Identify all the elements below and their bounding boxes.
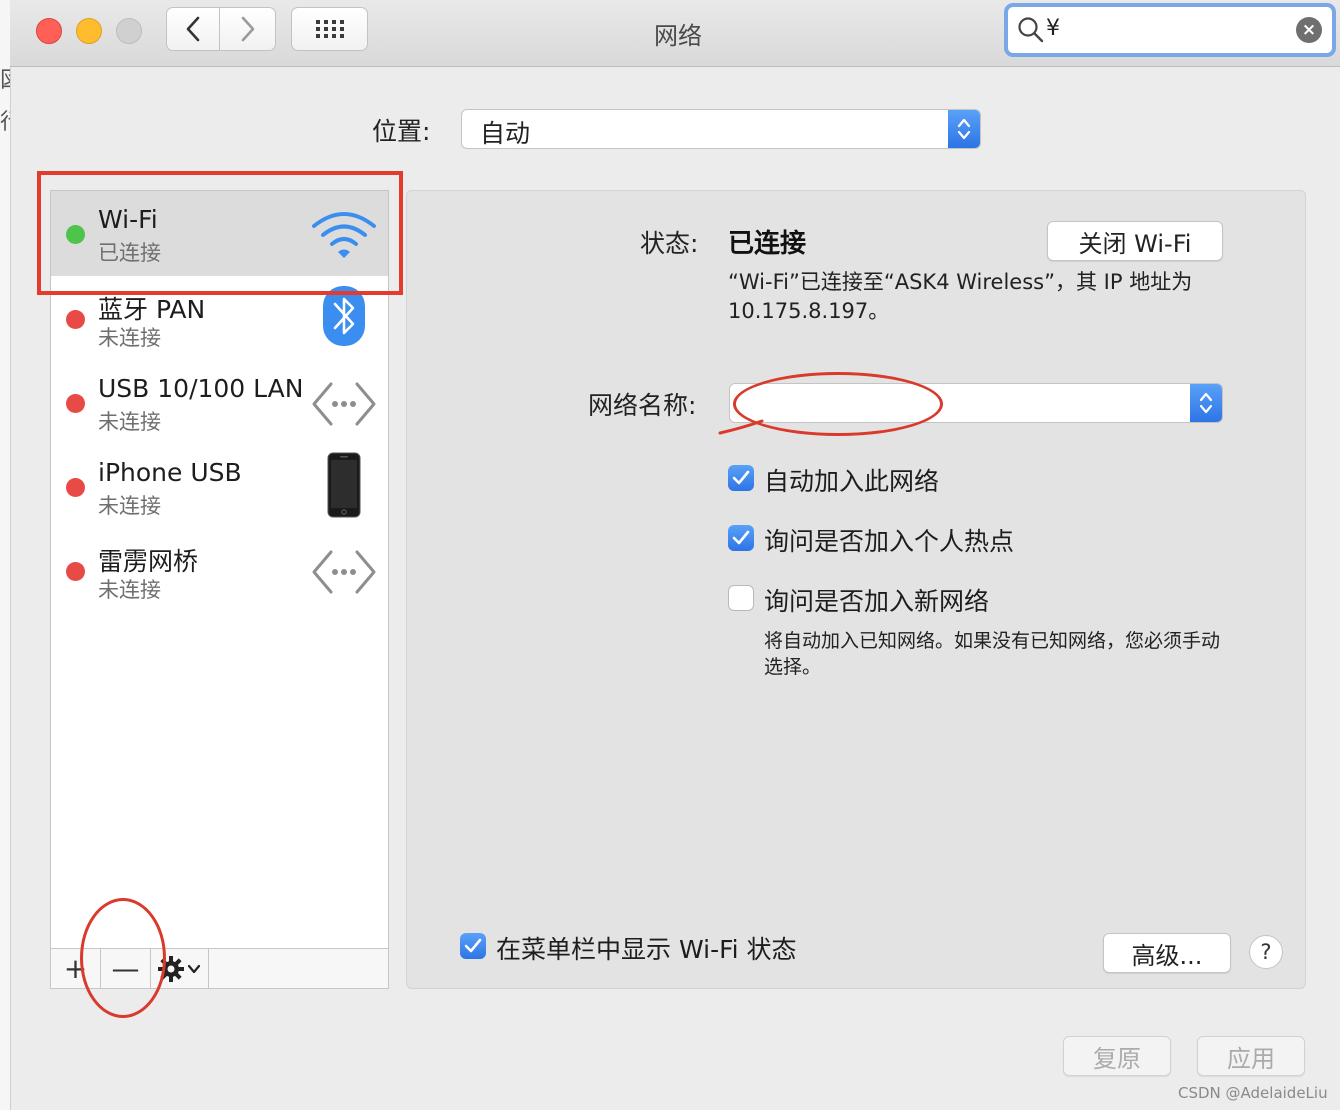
grid-icon bbox=[315, 20, 344, 38]
annotation-highlight-box bbox=[37, 171, 403, 295]
location-select-arrows-icon[interactable] bbox=[948, 110, 980, 148]
show-in-menubar-checkbox[interactable] bbox=[460, 933, 486, 959]
service-name: 蓝牙 PAN bbox=[98, 295, 206, 324]
checkmark-icon bbox=[464, 938, 482, 953]
chevron-right-icon bbox=[241, 16, 254, 42]
chevron-left-icon bbox=[186, 16, 200, 42]
background-window-glyph: 図 bbox=[0, 62, 10, 94]
watermark: CSDN @AdelaideLiu bbox=[1178, 1084, 1328, 1102]
service-name: 雷雳网桥 bbox=[98, 547, 199, 576]
minimize-window-button[interactable] bbox=[76, 18, 102, 44]
join-hint-text: 将自动加入已知网络。如果没有已知网络，您必须手动选择。 bbox=[764, 630, 1221, 678]
search-input-value[interactable]: ¥ bbox=[1046, 16, 1060, 41]
checkmark-icon bbox=[732, 530, 750, 545]
ask-hotspot-label[interactable]: 询问是否加入个人热点 bbox=[764, 522, 1014, 558]
auto-join-checkbox[interactable] bbox=[728, 465, 754, 491]
service-status: 未连接 bbox=[98, 578, 161, 602]
auto-join-label[interactable]: 自动加入此网络 bbox=[764, 462, 939, 498]
show-in-menubar-label[interactable]: 在菜单栏中显示 Wi-Fi 状态 bbox=[496, 930, 797, 966]
help-button[interactable]: ? bbox=[1249, 935, 1283, 969]
turn-off-wifi-button[interactable]: 关闭 Wi-Fi bbox=[1047, 221, 1223, 261]
background-window-glyph: 行 bbox=[0, 104, 10, 136]
status-dot-disconnected bbox=[66, 394, 85, 413]
status-dot-disconnected bbox=[66, 310, 85, 329]
ethernet-icon bbox=[312, 550, 376, 594]
status-value: 已连接 bbox=[728, 229, 807, 259]
status-label: 状态: bbox=[640, 229, 699, 258]
status-description: “Wi-Fi”已连接至“ASK4 Wireless”，其 IP 地址为 10.1… bbox=[728, 270, 1193, 323]
network-name-label: 网络名称: bbox=[588, 391, 697, 420]
network-select-arrows-icon[interactable] bbox=[1190, 384, 1222, 422]
ask-new-network-checkbox[interactable] bbox=[728, 585, 754, 611]
ask-hotspot-checkbox[interactable] bbox=[728, 525, 754, 551]
ethernet-icon bbox=[312, 382, 376, 426]
advanced-button[interactable]: 高级... bbox=[1103, 933, 1231, 973]
clear-search-icon[interactable]: × bbox=[1296, 17, 1322, 43]
back-button[interactable] bbox=[166, 7, 220, 51]
status-dot-disconnected bbox=[66, 562, 85, 581]
forward-button[interactable] bbox=[220, 7, 276, 51]
revert-button[interactable]: 复原 bbox=[1063, 1036, 1171, 1076]
show-all-button[interactable] bbox=[291, 7, 368, 51]
service-status: 未连接 bbox=[98, 494, 161, 518]
location-value[interactable]: 自动 bbox=[480, 114, 530, 150]
checkmark-icon bbox=[732, 470, 750, 485]
search-icon bbox=[1018, 17, 1044, 43]
annotation-stroke bbox=[718, 419, 764, 435]
service-status: 未连接 bbox=[98, 326, 161, 350]
background-window-edge bbox=[0, 0, 11, 1110]
ask-new-network-label[interactable]: 询问是否加入新网络 bbox=[764, 582, 989, 618]
annotation-circle bbox=[80, 898, 166, 1018]
iphone-icon bbox=[327, 452, 361, 518]
chevron-down-icon bbox=[187, 964, 201, 973]
location-label: 位置: bbox=[372, 117, 431, 146]
service-name: iPhone USB bbox=[98, 458, 242, 487]
close-window-button[interactable] bbox=[36, 18, 62, 44]
status-dot-disconnected bbox=[66, 478, 85, 497]
service-status: 未连接 bbox=[98, 410, 161, 434]
service-name: USB 10/100 LAN bbox=[98, 374, 304, 403]
location-select[interactable] bbox=[461, 109, 981, 149]
window-title: 网络 bbox=[654, 22, 702, 50]
zoom-window-button[interactable] bbox=[116, 18, 142, 44]
apply-button[interactable]: 应用 bbox=[1197, 1036, 1305, 1076]
